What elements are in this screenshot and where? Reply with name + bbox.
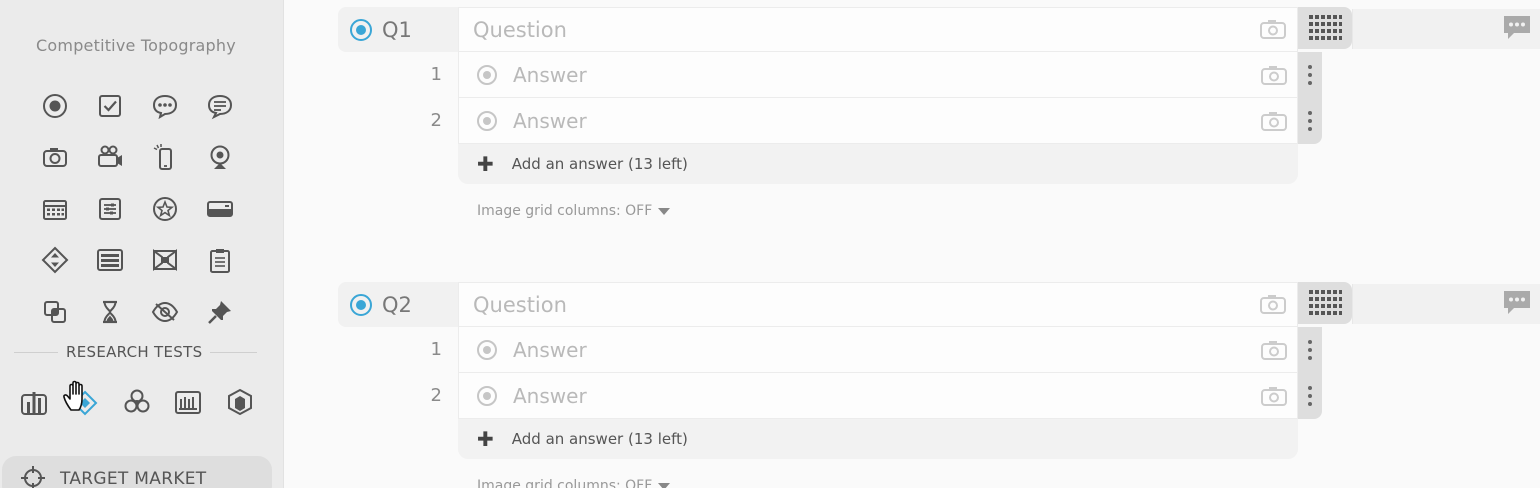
diamond-icon[interactable] — [60, 380, 112, 424]
question-header: Q2 — [338, 282, 1540, 327]
question-input[interactable] — [458, 282, 1298, 327]
image-grid-button[interactable] — [1298, 282, 1352, 324]
question-type-palette — [27, 80, 247, 338]
answer-radio[interactable] — [477, 65, 497, 85]
answer-row: 1 — [338, 52, 1322, 98]
image-grid-columns-label: Image grid columns: OFF — [477, 203, 653, 219]
cube-icon[interactable] — [214, 380, 266, 424]
question-input[interactable] — [458, 7, 1298, 52]
answer-radio[interactable] — [477, 386, 497, 406]
comment-icon[interactable] — [1502, 13, 1532, 41]
target-market-button[interactable]: TARGET MARKET — [2, 456, 272, 488]
image-grid-columns-dropdown[interactable]: Image grid columns: OFF — [477, 478, 671, 488]
eye-icon[interactable] — [137, 286, 192, 338]
question-header: Q1 — [338, 7, 1540, 52]
crosshair-icon — [21, 466, 45, 488]
image-grid-columns-dropdown[interactable]: Image grid columns: OFF — [477, 203, 671, 219]
question-type-toggle[interactable]: Q1 — [338, 7, 458, 52]
plus-icon: ✚ — [477, 152, 494, 176]
webcam-icon[interactable] — [192, 132, 247, 184]
chat-bubble-icon[interactable] — [137, 80, 192, 132]
answer-radio[interactable] — [477, 340, 497, 360]
checkbox-icon[interactable] — [82, 80, 137, 132]
answer-input[interactable] — [513, 379, 1213, 413]
radio-type-icon — [350, 293, 372, 316]
answer-menu-kebab-icon[interactable] — [1298, 52, 1322, 98]
answer-menu-kebab-icon[interactable] — [1298, 98, 1322, 144]
add-image-camera-icon[interactable] — [1260, 294, 1286, 314]
mobile-phone-icon[interactable] — [137, 132, 192, 184]
answer-input[interactable] — [513, 333, 1213, 367]
grid-dots-icon — [1309, 290, 1342, 315]
answer-radio[interactable] — [477, 111, 497, 131]
calendar-icon[interactable] — [27, 183, 82, 235]
answer-number: 1 — [430, 339, 442, 360]
add-answer-label: Add an answer (13 left) — [511, 430, 688, 448]
priority-arrows-icon[interactable] — [27, 235, 82, 287]
caret-down-icon — [658, 207, 671, 215]
add-image-camera-icon[interactable] — [1261, 340, 1287, 360]
add-image-camera-icon[interactable] — [1261, 65, 1287, 85]
question-type-toggle[interactable]: Q2 — [338, 282, 458, 327]
bar-chart-icon[interactable] — [8, 380, 60, 424]
clipboard-icon[interactable] — [192, 235, 247, 287]
answer-input[interactable] — [513, 104, 1213, 138]
bowtie-icon[interactable] — [137, 235, 192, 287]
answer-number: 1 — [430, 64, 442, 85]
add-image-camera-icon[interactable] — [1261, 111, 1287, 131]
answer-box — [458, 373, 1298, 419]
add-answer-button[interactable]: ✚ Add an answer (13 left) — [458, 144, 1298, 184]
card-icon[interactable] — [192, 183, 247, 235]
answer-box — [458, 327, 1298, 373]
answer-menu-kebab-icon[interactable] — [1298, 327, 1322, 373]
shape-overlap-icon[interactable] — [27, 286, 82, 338]
add-image-camera-icon[interactable] — [1261, 386, 1287, 406]
star-badge-icon[interactable] — [137, 183, 192, 235]
sliders-icon[interactable] — [82, 183, 137, 235]
plus-icon: ✚ — [477, 427, 494, 451]
hourglass-icon[interactable] — [82, 286, 137, 338]
sidebar: Competitive Topography RESEARCH TESTS TA… — [0, 0, 284, 488]
caret-down-icon — [658, 482, 671, 488]
speech-bubble-icon[interactable] — [192, 80, 247, 132]
pin-icon[interactable] — [192, 286, 247, 338]
answer-number: 2 — [430, 385, 442, 406]
add-answer-label: Add an answer (13 left) — [511, 155, 688, 173]
tally-icon[interactable] — [163, 380, 215, 424]
answer-box — [458, 98, 1298, 144]
comment-icon[interactable] — [1502, 288, 1532, 316]
research-tests-palette — [8, 380, 266, 424]
add-answer-button[interactable]: ✚ Add an answer (13 left) — [458, 419, 1298, 459]
survey-title: Competitive Topography — [36, 36, 236, 55]
video-camera-icon[interactable] — [82, 132, 137, 184]
answer-box — [458, 52, 1298, 98]
cluster-icon[interactable] — [111, 380, 163, 424]
target-market-label: TARGET MARKET — [60, 469, 207, 488]
answer-row: 1 — [338, 327, 1322, 373]
list-icon[interactable] — [82, 235, 137, 287]
question-number: Q1 — [382, 17, 412, 42]
radio-type-icon — [350, 18, 372, 41]
question-number: Q2 — [382, 292, 412, 317]
grid-dots-icon — [1309, 15, 1342, 40]
answer-row: 2 — [338, 98, 1322, 144]
answer-row: 2 — [338, 373, 1322, 419]
answer-menu-kebab-icon[interactable] — [1298, 373, 1322, 419]
research-tests-heading: RESEARCH TESTS — [58, 343, 211, 361]
add-image-camera-icon[interactable] — [1260, 19, 1286, 39]
radio-icon[interactable] — [27, 80, 82, 132]
answer-number: 2 — [430, 110, 442, 131]
image-grid-columns-label: Image grid columns: OFF — [477, 478, 653, 488]
answer-input[interactable] — [513, 58, 1213, 92]
camera-icon[interactable] — [27, 132, 82, 184]
image-grid-button[interactable] — [1298, 7, 1352, 49]
